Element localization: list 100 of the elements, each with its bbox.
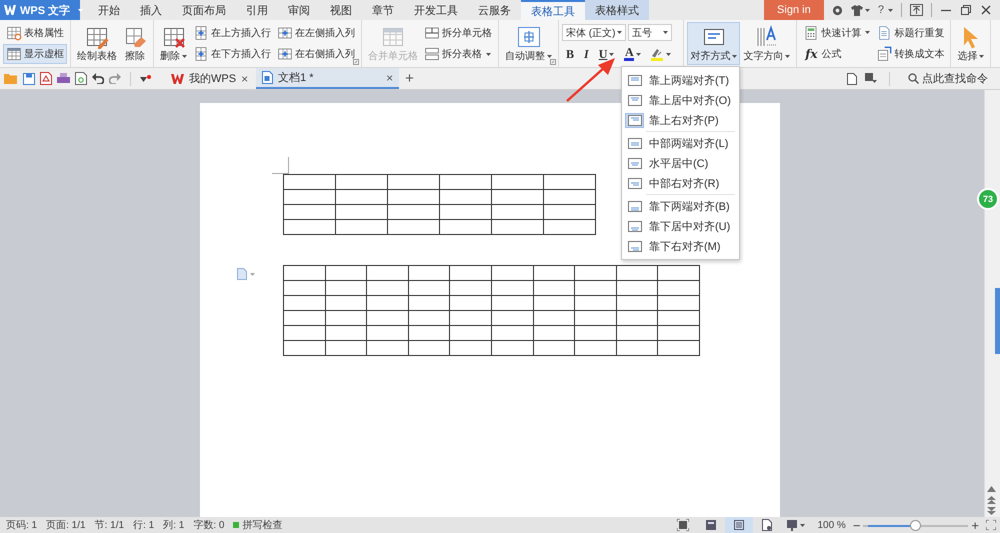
ribbon-button[interactable]: 对齐方式 bbox=[687, 22, 740, 65]
status-text: 字数: 0 bbox=[193, 518, 224, 532]
help-button[interactable]: ? bbox=[878, 4, 884, 16]
menu-item[interactable]: 靠上居中对齐(O) bbox=[622, 90, 739, 110]
save-icon[interactable] bbox=[23, 72, 35, 84]
ribbon-button[interactable]: fx 公式 bbox=[800, 44, 874, 64]
table-icon bbox=[381, 25, 405, 49]
page-icon[interactable] bbox=[847, 72, 857, 84]
scrollbar[interactable] bbox=[984, 90, 1000, 517]
app-menu-button[interactable]: WPS 文字 bbox=[0, 0, 80, 20]
view-icon bbox=[786, 519, 798, 531]
ribbon-tab[interactable]: 表格样式 bbox=[585, 0, 649, 20]
status-text: 页码: 1 bbox=[6, 519, 38, 532]
menu-item[interactable]: 靠上两端对齐(T) bbox=[622, 70, 739, 90]
ribbon-button[interactable]: 拆分表格 bbox=[421, 44, 495, 64]
caret-icon bbox=[182, 54, 187, 58]
window-pin-icon[interactable] bbox=[910, 4, 923, 16]
format-button[interactable]: B bbox=[562, 45, 578, 63]
document-tab[interactable]: 文档1 * × bbox=[256, 68, 400, 89]
ribbon-button[interactable]: 删除 bbox=[157, 22, 190, 65]
ribbon-button[interactable]: 文字方向 bbox=[740, 22, 794, 65]
undo-icon[interactable] bbox=[92, 73, 104, 84]
fullscreen-icon[interactable] bbox=[677, 519, 690, 531]
highlighter-icon bbox=[650, 47, 664, 61]
format-button[interactable]: U bbox=[594, 45, 618, 63]
caret-icon bbox=[666, 52, 672, 56]
caret-icon bbox=[785, 54, 790, 58]
ribbon-tab[interactable]: 开始 bbox=[88, 0, 130, 20]
page-down-icon[interactable] bbox=[987, 507, 996, 515]
command-search[interactable]: 点此查找命令 bbox=[902, 70, 994, 87]
restore-icon[interactable] bbox=[960, 4, 972, 16]
wps-logo-icon bbox=[4, 5, 16, 15]
ribbon-button[interactable]: 表格属性 bbox=[3, 22, 67, 43]
spell-check-button[interactable]: 拼写检查 bbox=[233, 518, 282, 532]
ribbon-button[interactable]: 在下方插入行 bbox=[190, 44, 274, 64]
ribbon-tab[interactable]: 表格工具 bbox=[521, 0, 585, 20]
customize-dropdown-icon[interactable] bbox=[140, 74, 151, 82]
menu-item[interactable]: 靠下两端对齐(B) bbox=[622, 196, 739, 216]
zoom-slider-thumb[interactable] bbox=[910, 520, 921, 530]
expand-icon[interactable] bbox=[986, 520, 996, 530]
pdf-icon[interactable] bbox=[40, 72, 52, 85]
menu-item[interactable]: 水平居中(C) bbox=[622, 153, 739, 173]
font-color-button[interactable]: A bbox=[620, 45, 646, 63]
scroll-up-icon[interactable] bbox=[987, 485, 996, 493]
status-text: 行: 1 bbox=[133, 519, 154, 532]
page-up-icon[interactable] bbox=[987, 496, 996, 504]
ribbon-button[interactable]: 在右侧插入列 bbox=[274, 44, 358, 64]
menu-item[interactable]: 靠下右对齐(M) bbox=[622, 236, 739, 256]
ribbon-button[interactable]: 显示虚框 bbox=[3, 44, 67, 64]
menu-item[interactable]: 中部两端对齐(L) bbox=[622, 133, 739, 153]
ribbon-button[interactable]: 标题行重复 bbox=[873, 22, 948, 43]
ribbon-tab[interactable]: 页面布局 bbox=[172, 0, 236, 20]
close-icon[interactable] bbox=[980, 4, 992, 16]
close-tab-button[interactable]: × bbox=[241, 72, 248, 86]
ribbon-button[interactable]: 拆分单元格 bbox=[421, 22, 495, 43]
alignment-icon bbox=[628, 74, 642, 86]
caret-icon bbox=[865, 31, 870, 34]
caret-icon bbox=[636, 52, 642, 56]
view-icon bbox=[733, 519, 746, 531]
new-tab-button[interactable]: + bbox=[399, 68, 420, 89]
ribbon-tab[interactable]: 云服务 bbox=[468, 0, 521, 20]
ribbon-tab[interactable]: 开发工具 bbox=[404, 0, 468, 20]
font-size-dropdown[interactable]: 五号 bbox=[628, 24, 672, 41]
close-tab-button[interactable]: × bbox=[386, 70, 394, 84]
document-tab[interactable]: 我的WPS × bbox=[165, 68, 254, 89]
expand-launcher-icon[interactable] bbox=[550, 59, 556, 65]
circle-icon[interactable] bbox=[832, 4, 843, 16]
ribbon-button[interactable]: 在左侧插入列 bbox=[274, 22, 358, 43]
print-icon[interactable] bbox=[57, 72, 70, 84]
zoom-in-button[interactable]: + bbox=[968, 518, 982, 532]
ribbon-tab[interactable]: 视图 bbox=[320, 0, 362, 20]
menu-item[interactable]: 中部右对齐(R) bbox=[622, 173, 739, 193]
convert-icon bbox=[876, 46, 892, 62]
view-mode-button[interactable] bbox=[725, 517, 754, 533]
zoom-out-button[interactable]: − bbox=[850, 518, 864, 532]
status-text: 节: 1/1 bbox=[94, 518, 124, 532]
print-preview-icon[interactable] bbox=[75, 72, 87, 85]
ribbon-tab[interactable]: 引用 bbox=[236, 0, 278, 20]
ribbon-button[interactable]: 转换成文本 bbox=[873, 44, 948, 64]
shirt-icon[interactable] bbox=[850, 4, 863, 16]
ribbon-button[interactable]: 自动调整 bbox=[502, 22, 555, 65]
format-button[interactable]: I bbox=[580, 45, 593, 63]
ribbon-tab[interactable]: 审阅 bbox=[278, 0, 320, 20]
eraser-icon bbox=[123, 25, 147, 49]
ribbon-tab[interactable]: 章节 bbox=[362, 0, 404, 20]
font-dropdown[interactable]: 宋体 (正文) bbox=[562, 24, 626, 41]
menu-item[interactable]: 靠上右对齐(P) bbox=[622, 110, 739, 130]
ribbon-tab[interactable]: 插入 bbox=[130, 0, 172, 20]
ribbon-button[interactable]: 擦除 bbox=[120, 22, 150, 65]
table-delete-icon bbox=[162, 25, 186, 49]
caret-icon bbox=[663, 31, 668, 34]
flag-dropdown-icon[interactable] bbox=[865, 73, 877, 84]
ribbon-button[interactable]: 绘制表格 bbox=[74, 22, 120, 65]
alignment-icon bbox=[628, 220, 642, 232]
expand-launcher-icon[interactable] bbox=[353, 59, 359, 65]
ribbon-button[interactable]: 快速计算 bbox=[800, 22, 874, 43]
ribbon-button[interactable]: 在上方插入行 bbox=[190, 22, 274, 43]
status-text: 页面: 1/1 bbox=[46, 519, 86, 532]
ribbon-button[interactable]: 选择 bbox=[954, 22, 988, 65]
menu-item[interactable]: 靠下居中对齐(U) bbox=[622, 216, 739, 236]
